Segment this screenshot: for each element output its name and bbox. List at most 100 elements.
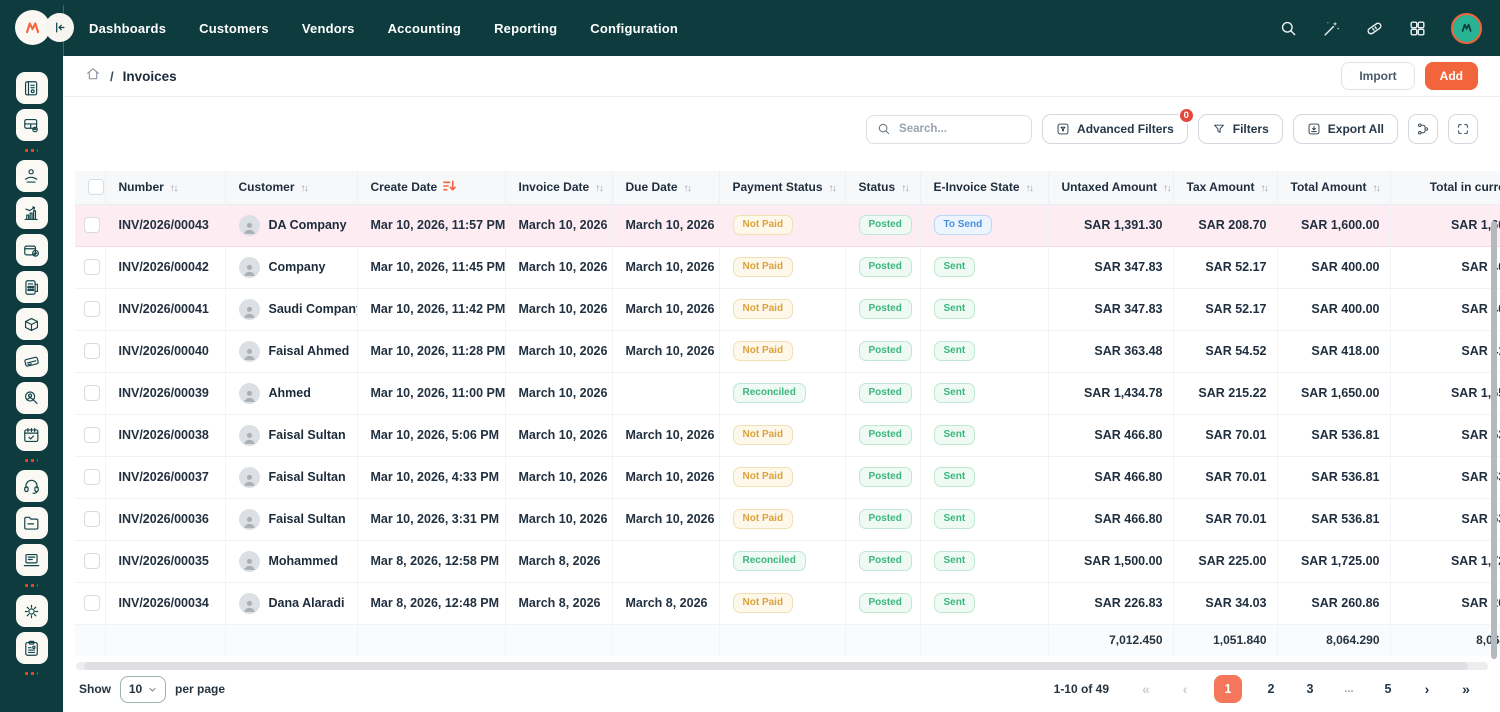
nav-item-customers[interactable]: Customers [199,21,269,36]
sidebar-item-laptop[interactable] [15,544,48,576]
filters-button[interactable]: Filters [1197,114,1283,144]
invoice-row[interactable]: INV/2026/00042 Company Mar 10, 2026, 11:45… [75,246,1500,289]
row-checkbox[interactable] [84,511,100,527]
invoice-row[interactable]: INV/2026/00034 Dana Alaradi Mar 8, 2026, 1… [75,582,1500,625]
row-checkbox[interactable] [84,385,100,401]
search-user-icon [24,390,38,404]
last-page-button[interactable]: » [1456,676,1476,703]
cell-checkbox[interactable] [75,288,106,331]
add-button[interactable]: Add [1424,62,1478,90]
sidebar-item-support-headset[interactable] [15,470,48,502]
sidebar-item-attendance-calendar[interactable] [15,419,48,451]
sidebar-item-search-user[interactable] [15,382,48,414]
nav-item-accounting[interactable]: Accounting [388,21,462,36]
split-view-button[interactable] [1408,114,1438,144]
vertical-scrollbar[interactable] [1491,221,1497,659]
sidebar-item-billing-calculator[interactable] [15,271,48,303]
cell-invoice-date: March 10, 2026 [505,330,613,373]
row-checkbox[interactable] [84,553,100,569]
attachment-icon[interactable] [1365,19,1384,38]
cell-checkbox[interactable] [75,372,106,415]
magic-wand-icon[interactable] [1322,19,1341,38]
cell-checkbox[interactable] [75,456,106,499]
cell-checkbox[interactable] [75,498,106,541]
row-checkbox[interactable] [84,343,100,359]
nav-item-vendors[interactable]: Vendors [302,21,355,36]
row-checkbox[interactable] [84,217,100,233]
column-header-total-in-currency[interactable]: Total in currency [1390,171,1500,205]
user-avatar[interactable] [1451,12,1482,44]
cell-total-amount: SAR 1,650.00 [1277,372,1391,415]
select-all-checkbox[interactable] [88,179,104,196]
cell-checkbox[interactable] [75,414,106,457]
cell-checkbox[interactable] [75,330,106,373]
home-icon[interactable] [85,66,101,87]
cell-total-in-currency: SAR 1,600.00 [1390,204,1500,247]
invoice-row[interactable]: INV/2026/00043 DA Company Mar 10, 2026, 11… [75,204,1500,247]
column-header-status[interactable]: Status ↑↓ [845,171,921,205]
page-button-2[interactable]: 2 [1261,676,1281,703]
invoice-row[interactable]: INV/2026/00041 Saudi Company Mar 10, 2026,… [75,288,1500,331]
advanced-filters-button[interactable]: Advanced Filters 0 [1042,107,1195,144]
sidebar-item-sales-hand[interactable] [15,160,48,192]
apps-grid-icon[interactable] [1408,19,1427,38]
prev-page-button[interactable]: ‹ [1175,676,1195,703]
nav-item-reporting[interactable]: Reporting [494,21,557,36]
sidebar-item-card-terminal[interactable] [15,345,48,377]
sidebar-item-report-clipboard[interactable] [15,632,48,664]
sidebar-item-dashboard[interactable] [15,109,48,141]
sidebar-group-divider [25,459,38,462]
sidebar-item-wallet-add[interactable] [15,234,48,266]
status-badge: Not Paid [732,425,794,445]
invoice-row[interactable]: INV/2026/00035 Mohammed Mar 8, 2026, 12:58… [75,540,1500,583]
column-header-invoice-date[interactable]: Invoice Date ↑↓ [505,171,613,205]
invoice-row[interactable]: INV/2026/00039 Ahmed Mar 10, 2026, 11:00 P… [75,372,1500,415]
cell-checkbox[interactable] [75,246,106,289]
row-checkbox[interactable] [84,427,100,443]
cell-checkbox[interactable] [75,540,106,583]
column-header-untaxed-amount[interactable]: Untaxed Amount ↑↓ [1048,171,1174,205]
nav-item-dashboards[interactable]: Dashboards [89,21,166,36]
cell-checkbox[interactable] [75,204,106,247]
cell-e-invoice-state: Sent [920,372,1049,415]
main-nav: Dashboards Customers Vendors Accounting Repo… [89,21,678,36]
invoice-row[interactable]: INV/2026/00040 Faisal Ahmed Mar 10, 2026, … [75,330,1500,373]
sidebar-collapse-button[interactable] [45,13,74,42]
sidebar-item-ledger[interactable] [15,72,48,104]
column-header-payment-status[interactable]: Payment Status ↑↓ [719,171,846,205]
fullscreen-button[interactable] [1448,114,1478,144]
invoice-row[interactable]: INV/2026/00037 Faisal Sultan Mar 10, 2026,… [75,456,1500,499]
export-all-button[interactable]: Export All [1292,114,1398,144]
search-icon[interactable] [1279,19,1298,38]
row-checkbox[interactable] [84,469,100,485]
sidebar-item-settings-gear[interactable] [15,595,48,627]
page-button-3[interactable]: 3 [1300,676,1320,703]
import-button[interactable]: Import [1341,62,1415,90]
page-button-5[interactable]: 5 [1378,676,1398,703]
column-header-customer[interactable]: Customer ↑↓ [225,171,358,205]
page-button-1[interactable]: 1 [1214,675,1242,703]
sidebar-item-growth-chart[interactable] [15,197,48,229]
column-header-create-date[interactable]: Create Date [357,171,506,205]
nav-item-configuration[interactable]: Configuration [590,21,678,36]
cell-checkbox[interactable] [75,582,106,625]
sort-desc-active-icon [437,180,457,194]
column-header-tax-amount[interactable]: Tax Amount ↑↓ [1173,171,1278,205]
sidebar-item-package[interactable] [15,308,48,340]
cell-create-date: Mar 10, 2026, 11:45 PM [357,246,506,289]
column-header-due-date[interactable]: Due Date ↑↓ [612,171,720,205]
first-page-button[interactable]: « [1136,676,1156,703]
row-checkbox[interactable] [84,301,100,317]
next-page-button[interactable]: › [1417,676,1437,703]
page-size-select[interactable]: 10 [120,675,166,703]
column-header-number[interactable]: Number ↑↓ [105,171,226,205]
column-header-e-invoice-state[interactable]: E-Invoice State ↑↓ [920,171,1049,205]
column-header-select-all[interactable] [75,171,106,205]
row-checkbox[interactable] [84,259,100,275]
invoice-row[interactable]: INV/2026/00038 Faisal Sultan Mar 10, 2026,… [75,414,1500,457]
invoice-row[interactable]: INV/2026/00036 Faisal Sultan Mar 10, 2026,… [75,498,1500,541]
column-header-total-amount[interactable]: Total Amount ↑↓ [1277,171,1391,205]
search-input[interactable] [899,123,1010,135]
sidebar-item-documents-folder[interactable] [15,507,48,539]
row-checkbox[interactable] [84,595,100,611]
